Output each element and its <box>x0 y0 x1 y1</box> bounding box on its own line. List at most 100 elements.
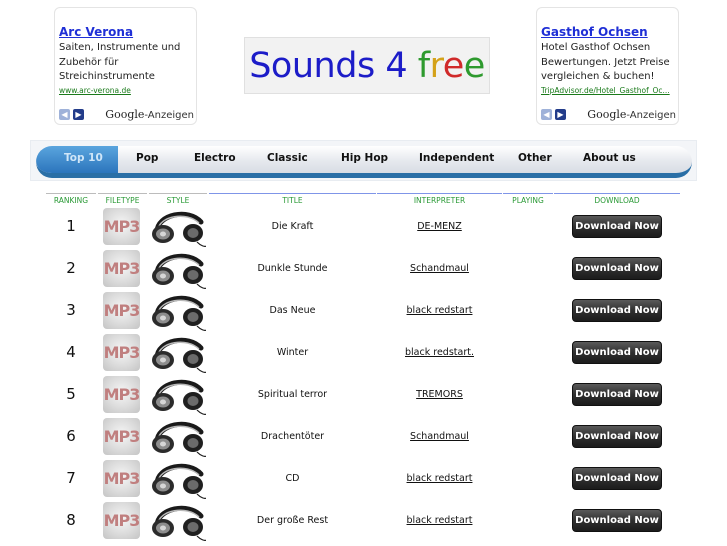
ad-description: Saiten, Instrumente und Zubehör für Stre… <box>59 41 192 85</box>
logo-letter: o <box>270 45 292 86</box>
track-title: Drachentöter <box>260 431 325 442</box>
nav-item-independent[interactable]: Independent <box>419 152 494 164</box>
logo-letter: d <box>335 45 357 86</box>
filetype-label: MP3 <box>103 385 140 404</box>
table-row: 1 MP3 Die Kraft DE-MENZ Download Now <box>0 206 727 248</box>
headphones-icon <box>149 416 207 458</box>
logo-letter: 4 <box>385 45 408 86</box>
filetype-label: MP3 <box>103 511 140 530</box>
ads-suffix: -Anzeigen <box>144 110 194 121</box>
mp3-file-icon: MP3 <box>103 376 140 413</box>
table-row: 7 MP3 CD black redstart Download Now <box>0 458 727 500</box>
table-row: 6 MP3 Drachentöter Schandmaul Download N… <box>0 416 727 458</box>
download-button[interactable]: Download Now <box>572 425 662 448</box>
nav-item-electro[interactable]: Electro <box>194 152 236 164</box>
nav-item-hip-hop[interactable]: Hip Hop <box>341 152 388 164</box>
track-title: Der große Rest <box>256 515 329 526</box>
download-button[interactable]: Download Now <box>572 509 662 532</box>
download-button[interactable]: Download Now <box>572 257 662 280</box>
nav-item-other[interactable]: Other <box>518 152 552 164</box>
interpreter-link[interactable]: DE-MENZ <box>377 221 502 232</box>
interpreter-link[interactable]: black redstart <box>377 473 502 484</box>
download-button[interactable]: Download Now <box>572 383 662 406</box>
prev-arrow-icon[interactable]: ◀ <box>59 109 70 120</box>
ad-line: Saiten, Instrumente und <box>59 42 181 53</box>
ad-line: Streichinstrumente <box>59 71 155 82</box>
rank-number: 1 <box>66 217 76 235</box>
google-ads-label[interactable]: Google-Anzeigen <box>587 108 676 121</box>
ad-url-link[interactable]: www.arc-verona.de <box>59 86 192 95</box>
ad-url-link[interactable]: TripAdvisor.de/Hotel_Gasthof_Oc... <box>541 86 674 95</box>
header-style: STYLE <box>149 193 207 206</box>
nav-item-classic[interactable]: Classic <box>267 152 308 164</box>
mp3-file-icon: MP3 <box>103 208 140 245</box>
filetype-label: MP3 <box>103 343 140 362</box>
header-playing: PLAYING <box>503 193 553 206</box>
ad-line: Bewertungen. Jetzt Preise <box>541 56 670 68</box>
mp3-file-icon: MP3 <box>103 250 140 287</box>
interpreter-link[interactable]: black redstart <box>377 515 502 526</box>
ads-suffix: -Anzeigen <box>626 110 676 121</box>
table-row: 3 MP3 Das Neue black redstart Download N… <box>0 290 727 332</box>
track-title: CD <box>285 473 300 484</box>
interpreter-link[interactable]: TREMORS <box>377 389 502 400</box>
interpreter-link[interactable]: black redstart. <box>377 347 502 358</box>
logo-letter <box>407 46 418 86</box>
table-row: 2 MP3 Dunkle Stunde Schandmaul Download … <box>0 248 727 290</box>
ad-line: vergleichen & buchen! <box>541 71 655 82</box>
next-arrow-icon[interactable]: ▶ <box>555 109 566 120</box>
filetype-label: MP3 <box>103 301 140 320</box>
interpreter-link[interactable]: Schandmaul <box>377 431 502 442</box>
next-arrow-icon[interactable]: ▶ <box>73 109 84 120</box>
ad-title-link[interactable]: Arc Verona <box>59 25 192 39</box>
header-filetype: FILETYPE <box>98 193 147 206</box>
ad-line: Hotel Gasthof Ochsen <box>541 42 651 53</box>
ad-block-right: Gasthof Ochsen Hotel Gasthof Ochsen Bewe… <box>536 7 679 125</box>
logo-letter: f <box>417 45 430 86</box>
google-logo: Google <box>587 108 627 121</box>
google-ads-label[interactable]: Google-Anzeigen <box>105 108 194 121</box>
logo-text: Sounds 4 free <box>249 46 485 86</box>
mp3-file-icon: MP3 <box>103 502 140 539</box>
logo-letter <box>375 46 386 86</box>
nav-bar: Top 10 Pop Electro Classic Hip Hop Indep… <box>36 146 692 178</box>
ad-title-link[interactable]: Gasthof Ochsen <box>541 25 674 39</box>
logo-letter: r <box>429 45 444 86</box>
mp3-file-icon: MP3 <box>103 292 140 329</box>
interpreter-link[interactable]: black redstart <box>377 305 502 316</box>
filetype-label: MP3 <box>103 217 140 236</box>
logo-letter: n <box>313 45 336 86</box>
nav-item-pop[interactable]: Pop <box>136 152 158 164</box>
site-logo[interactable]: Sounds 4 free <box>244 37 490 94</box>
rank-number: 6 <box>66 427 76 445</box>
ad-footer: ◀ ▶ Google-Anzeigen <box>541 108 676 122</box>
headphones-icon <box>149 374 207 416</box>
logo-letter: e <box>463 45 486 86</box>
ad-block-left: Arc Verona Saiten, Instrumente und Zubeh… <box>54 7 197 125</box>
rank-number: 3 <box>66 301 76 319</box>
header-title: TITLE <box>209 193 376 206</box>
prev-arrow-icon[interactable]: ◀ <box>541 109 552 120</box>
rank-number: 4 <box>66 343 76 361</box>
header-interpreter: INTERPRETER <box>377 193 502 206</box>
rank-number: 5 <box>66 385 76 403</box>
nav-item-about-us[interactable]: About us <box>583 152 636 164</box>
headphones-icon <box>149 248 207 290</box>
nav-item-top-10[interactable]: Top 10 <box>64 152 103 164</box>
headphones-icon <box>149 500 207 542</box>
ad-description: Hotel Gasthof Ochsen Bewertungen. Jetzt … <box>541 41 674 85</box>
track-title: Spiritual terror <box>257 389 328 400</box>
rank-number: 2 <box>66 259 76 277</box>
download-button[interactable]: Download Now <box>572 467 662 490</box>
headphones-icon <box>149 332 207 374</box>
interpreter-link[interactable]: Schandmaul <box>377 263 502 274</box>
download-button[interactable]: Download Now <box>572 299 662 322</box>
main-navigation: Top 10 Pop Electro Classic Hip Hop Indep… <box>30 140 697 181</box>
headphones-icon <box>149 206 207 248</box>
headphones-icon <box>149 290 207 332</box>
track-title: Die Kraft <box>271 221 314 232</box>
ad-line: Zubehör für <box>59 56 119 68</box>
download-button[interactable]: Download Now <box>572 215 662 238</box>
download-button[interactable]: Download Now <box>572 341 662 364</box>
header-ranking: RANKING <box>46 193 96 206</box>
